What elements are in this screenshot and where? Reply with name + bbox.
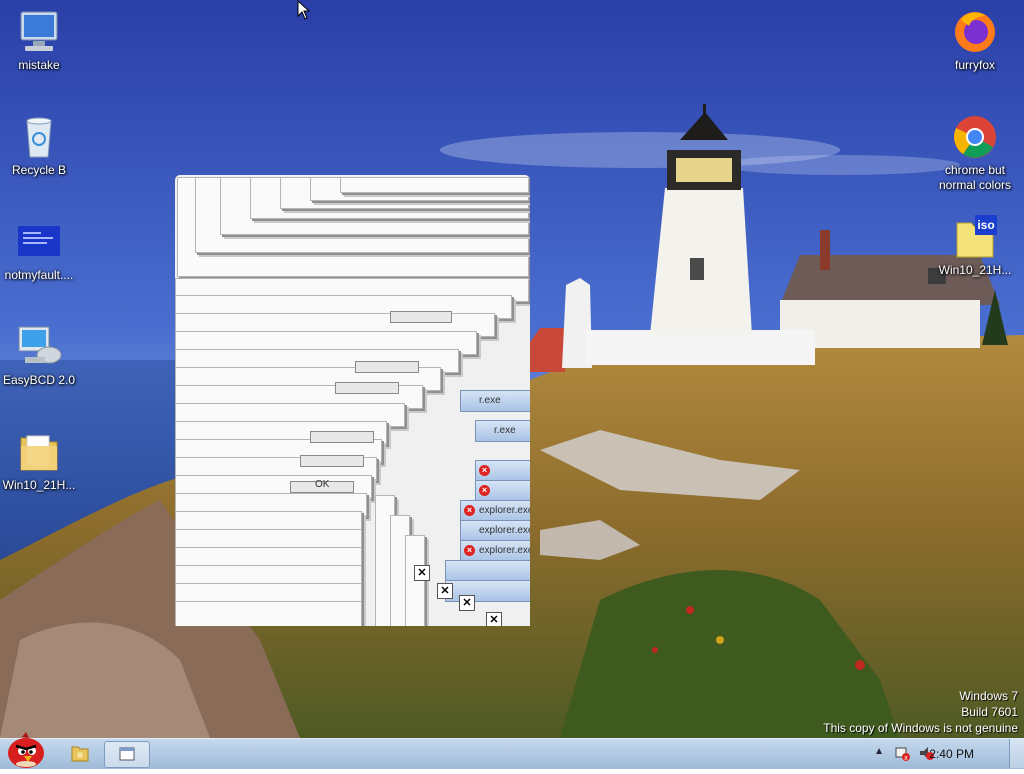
desktop-icon-label: Recycle B — [11, 163, 67, 177]
desktop-icon-win10-folder[interactable]: Win10_21H... — [0, 428, 81, 493]
desktop-icon-label: notmyfault.... — [4, 268, 74, 282]
folder-icon — [71, 746, 89, 762]
ok-label: OK — [315, 479, 330, 490]
action-center-icon[interactable]: x — [894, 745, 910, 766]
error-icon: × — [479, 485, 490, 496]
desktop-icon-furryfox[interactable]: furryfox — [933, 8, 1017, 73]
ok-button[interactable] — [335, 382, 399, 394]
taskbar: ▲ x 2:40 PM — [0, 732, 1024, 769]
recycle-bin-icon — [15, 113, 63, 161]
error-titlebar — [445, 560, 530, 582]
desktop-icon-label: EasyBCD 2.0 — [2, 373, 76, 387]
angry-bird-start-icon — [8, 732, 44, 768]
desktop-icon-label: mistake — [18, 58, 60, 72]
taskbar-explorer-button[interactable] — [58, 741, 102, 766]
computer-icon — [15, 8, 63, 56]
desktop-icon-mistake[interactable]: mistake — [0, 8, 81, 73]
desktop-icon-chrome[interactable]: chrome but normal colors — [933, 113, 1017, 193]
desktop-icon-notmyfault[interactable]: notmyfault.... — [0, 218, 81, 283]
desktop-icon-win10-iso[interactable]: iso Win10_21H... — [933, 213, 1017, 278]
show-hidden-icons-icon[interactable]: ▲ — [874, 746, 884, 757]
mouse-cursor-icon — [297, 0, 311, 20]
ok-button[interactable] — [355, 361, 419, 373]
desktop-icon-label: furryfox — [954, 58, 995, 72]
close-button[interactable]: ✕ — [437, 583, 453, 599]
desktop-icon-easybcd[interactable]: EasyBCD 2.0 — [0, 323, 81, 388]
error-titlebar: r.exe — [475, 420, 530, 442]
error-title: explorer.exe — [479, 505, 530, 516]
desktop-icon-label: Win10_21H... — [2, 478, 76, 492]
windows-watermark: Windows 7 Build 7601 This copy of Window… — [823, 688, 1018, 736]
ok-button[interactable] — [300, 455, 364, 467]
error-title: explorer.exe — [479, 525, 530, 536]
error-titlebar: explorer.exe — [460, 520, 530, 542]
error-titlebar — [445, 580, 530, 602]
system-tray: ▲ x 2:40 PM — [864, 739, 1024, 769]
glitched-error-window-stack[interactable]: r.exe r.exe × × × explorer.exe explorer.… — [175, 175, 530, 626]
watermark-genuine: This copy of Windows is not genuine — [823, 721, 1018, 735]
error-titlebar: × — [475, 460, 530, 482]
desktop-icon-label: Win10_21H... — [938, 263, 1012, 277]
ok-button[interactable] — [390, 311, 452, 323]
error-icon: × — [464, 545, 475, 556]
error-titlebar: × explorer.exe — [460, 500, 530, 522]
ok-button[interactable] — [310, 431, 374, 443]
dialog-frame — [175, 601, 362, 626]
error-titlebar: × explorer.exe — [460, 540, 530, 562]
error-titlebar: × — [475, 480, 530, 502]
start-button[interactable] — [2, 731, 48, 769]
error-title: explorer.exe — [479, 545, 530, 556]
close-button[interactable]: ✕ — [459, 595, 475, 611]
error-title: r.exe — [494, 425, 516, 436]
watermark-os: Windows 7 — [959, 689, 1018, 703]
close-button[interactable]: ✕ — [414, 565, 430, 581]
error-icon: × — [464, 505, 475, 516]
easybcd-icon — [15, 323, 63, 371]
desktop[interactable]: mistake Recycle B notmyfault.... EasyBCD… — [0, 0, 1024, 738]
desktop-icon-recycle-bin[interactable]: Recycle B — [0, 113, 81, 178]
error-title: r.exe — [479, 395, 501, 406]
window-icon — [119, 747, 135, 761]
svg-text:x: x — [904, 755, 908, 761]
desktop-icon-label: chrome but normal colors — [938, 163, 1012, 192]
svg-text:iso: iso — [977, 218, 994, 232]
clock[interactable]: 2:40 PM — [929, 747, 974, 761]
dialog-frame — [340, 177, 529, 193]
show-desktop-button[interactable] — [1009, 739, 1024, 768]
watermark-build: Build 7601 — [961, 705, 1018, 719]
close-button[interactable]: ✕ — [486, 612, 502, 626]
taskbar-active-window-button[interactable] — [104, 741, 150, 768]
chrome-icon — [951, 113, 999, 161]
error-titlebar: r.exe — [460, 390, 530, 412]
bsod-file-icon — [15, 218, 63, 266]
folder-icon — [15, 428, 63, 476]
error-icon: × — [479, 465, 490, 476]
firefox-icon — [951, 8, 999, 56]
iso-file-icon: iso — [951, 213, 999, 261]
